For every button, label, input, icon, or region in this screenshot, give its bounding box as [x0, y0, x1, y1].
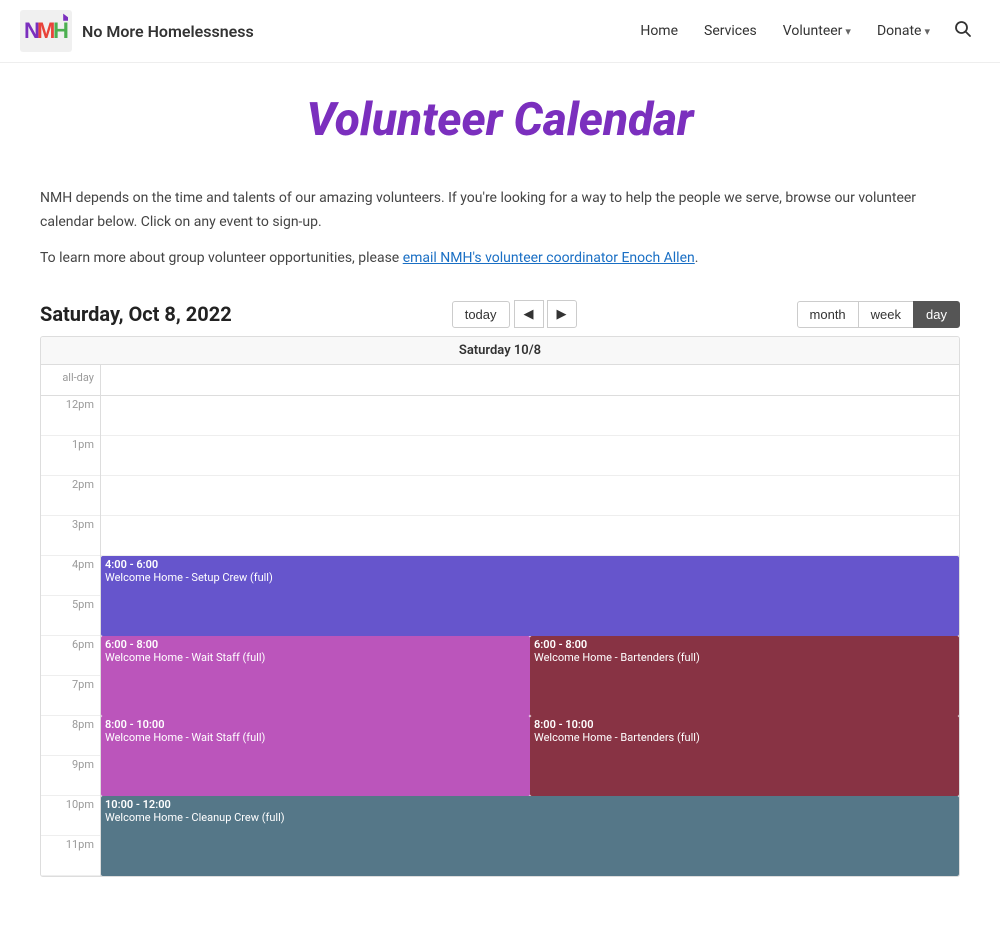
event-wait-staff-2[interactable]: 8:00 - 10:00 Welcome Home - Wait Staff (… [101, 716, 530, 796]
next-button[interactable]: ▶ [547, 300, 577, 328]
month-view-button[interactable]: month [797, 301, 859, 328]
prev-button[interactable]: ◀ [514, 300, 544, 328]
calendar-date-label: Saturday, Oct 8, 2022 [40, 302, 232, 326]
description-2: To learn more about group volunteer oppo… [40, 247, 960, 271]
day-view-button[interactable]: day [913, 301, 960, 328]
time-rows: 12pm 1pm 2pm 3pm 4pm 5pm 6pm 7pm 8pm 9pm… [41, 396, 959, 876]
event-bartenders-2[interactable]: 8:00 - 10:00 Welcome Home - Bartenders (… [530, 716, 959, 796]
nav-donate[interactable]: Donate ▾ [867, 15, 940, 47]
time-3pm: 3pm [41, 516, 100, 556]
site-name: No More Homelessness [82, 22, 254, 41]
calendar-nav: today ◀ ▶ [452, 300, 577, 328]
time-1pm: 1pm [41, 436, 100, 476]
svg-text:H: H [53, 18, 69, 43]
event-cleanup-crew[interactable]: 10:00 - 12:00 Welcome Home - Cleanup Cre… [101, 796, 959, 876]
main-content: Volunteer Calendar NMH depends on the ti… [10, 63, 990, 927]
nav-volunteer[interactable]: Volunteer ▾ [773, 15, 861, 47]
volunteer-chevron-icon: ▾ [845, 25, 851, 38]
time-7pm: 7pm [41, 676, 100, 716]
calendar-col-header: Saturday 10/8 [41, 337, 959, 365]
time-10pm: 10pm [41, 796, 100, 836]
calendar: Saturday 10/8 all-day 12pm 1pm 2pm 3pm 4… [40, 336, 960, 877]
time-labels: 12pm 1pm 2pm 3pm 4pm 5pm 6pm 7pm 8pm 9pm… [41, 396, 101, 876]
main-nav: Home Services Volunteer ▾ Donate ▾ [630, 12, 980, 50]
page-title: Volunteer Calendar [40, 93, 960, 147]
time-9pm: 9pm [41, 756, 100, 796]
view-toggle: month week day [797, 301, 960, 328]
description-1: NMH depends on the time and talents of o… [40, 187, 960, 235]
time-4pm: 4pm [41, 556, 100, 596]
all-day-row: all-day [41, 365, 959, 396]
site-logo[interactable]: N M H [20, 10, 72, 52]
all-day-content [101, 365, 959, 395]
event-setup-crew[interactable]: 4:00 - 6:00 Welcome Home - Setup Crew (f… [101, 556, 959, 636]
event-wait-staff-1[interactable]: 6:00 - 8:00 Welcome Home - Wait Staff (f… [101, 636, 530, 716]
events-area: 4:00 - 6:00 Welcome Home - Setup Crew (f… [101, 396, 959, 876]
nav-services[interactable]: Services [694, 15, 767, 47]
time-11pm: 11pm [41, 836, 100, 876]
time-8pm: 8pm [41, 716, 100, 756]
donate-chevron-icon: ▾ [924, 25, 930, 38]
time-2pm: 2pm [41, 476, 100, 516]
search-button[interactable] [946, 12, 980, 50]
logo-area: N M H No More Homelessness [20, 10, 254, 52]
time-12pm: 12pm [41, 396, 100, 436]
time-6pm: 6pm [41, 636, 100, 676]
week-view-button[interactable]: week [858, 301, 914, 328]
all-day-label: all-day [41, 365, 101, 395]
time-5pm: 5pm [41, 596, 100, 636]
today-button[interactable]: today [452, 301, 510, 328]
calendar-header: Saturday, Oct 8, 2022 today ◀ ▶ month we… [40, 300, 960, 328]
volunteer-coordinator-link[interactable]: email NMH's volunteer coordinator Enoch … [403, 250, 695, 266]
nav-home[interactable]: Home [630, 15, 688, 47]
event-bartenders-1[interactable]: 6:00 - 8:00 Welcome Home - Bartenders (f… [530, 636, 959, 716]
site-header: N M H No More Homelessness Home Services… [0, 0, 1000, 63]
